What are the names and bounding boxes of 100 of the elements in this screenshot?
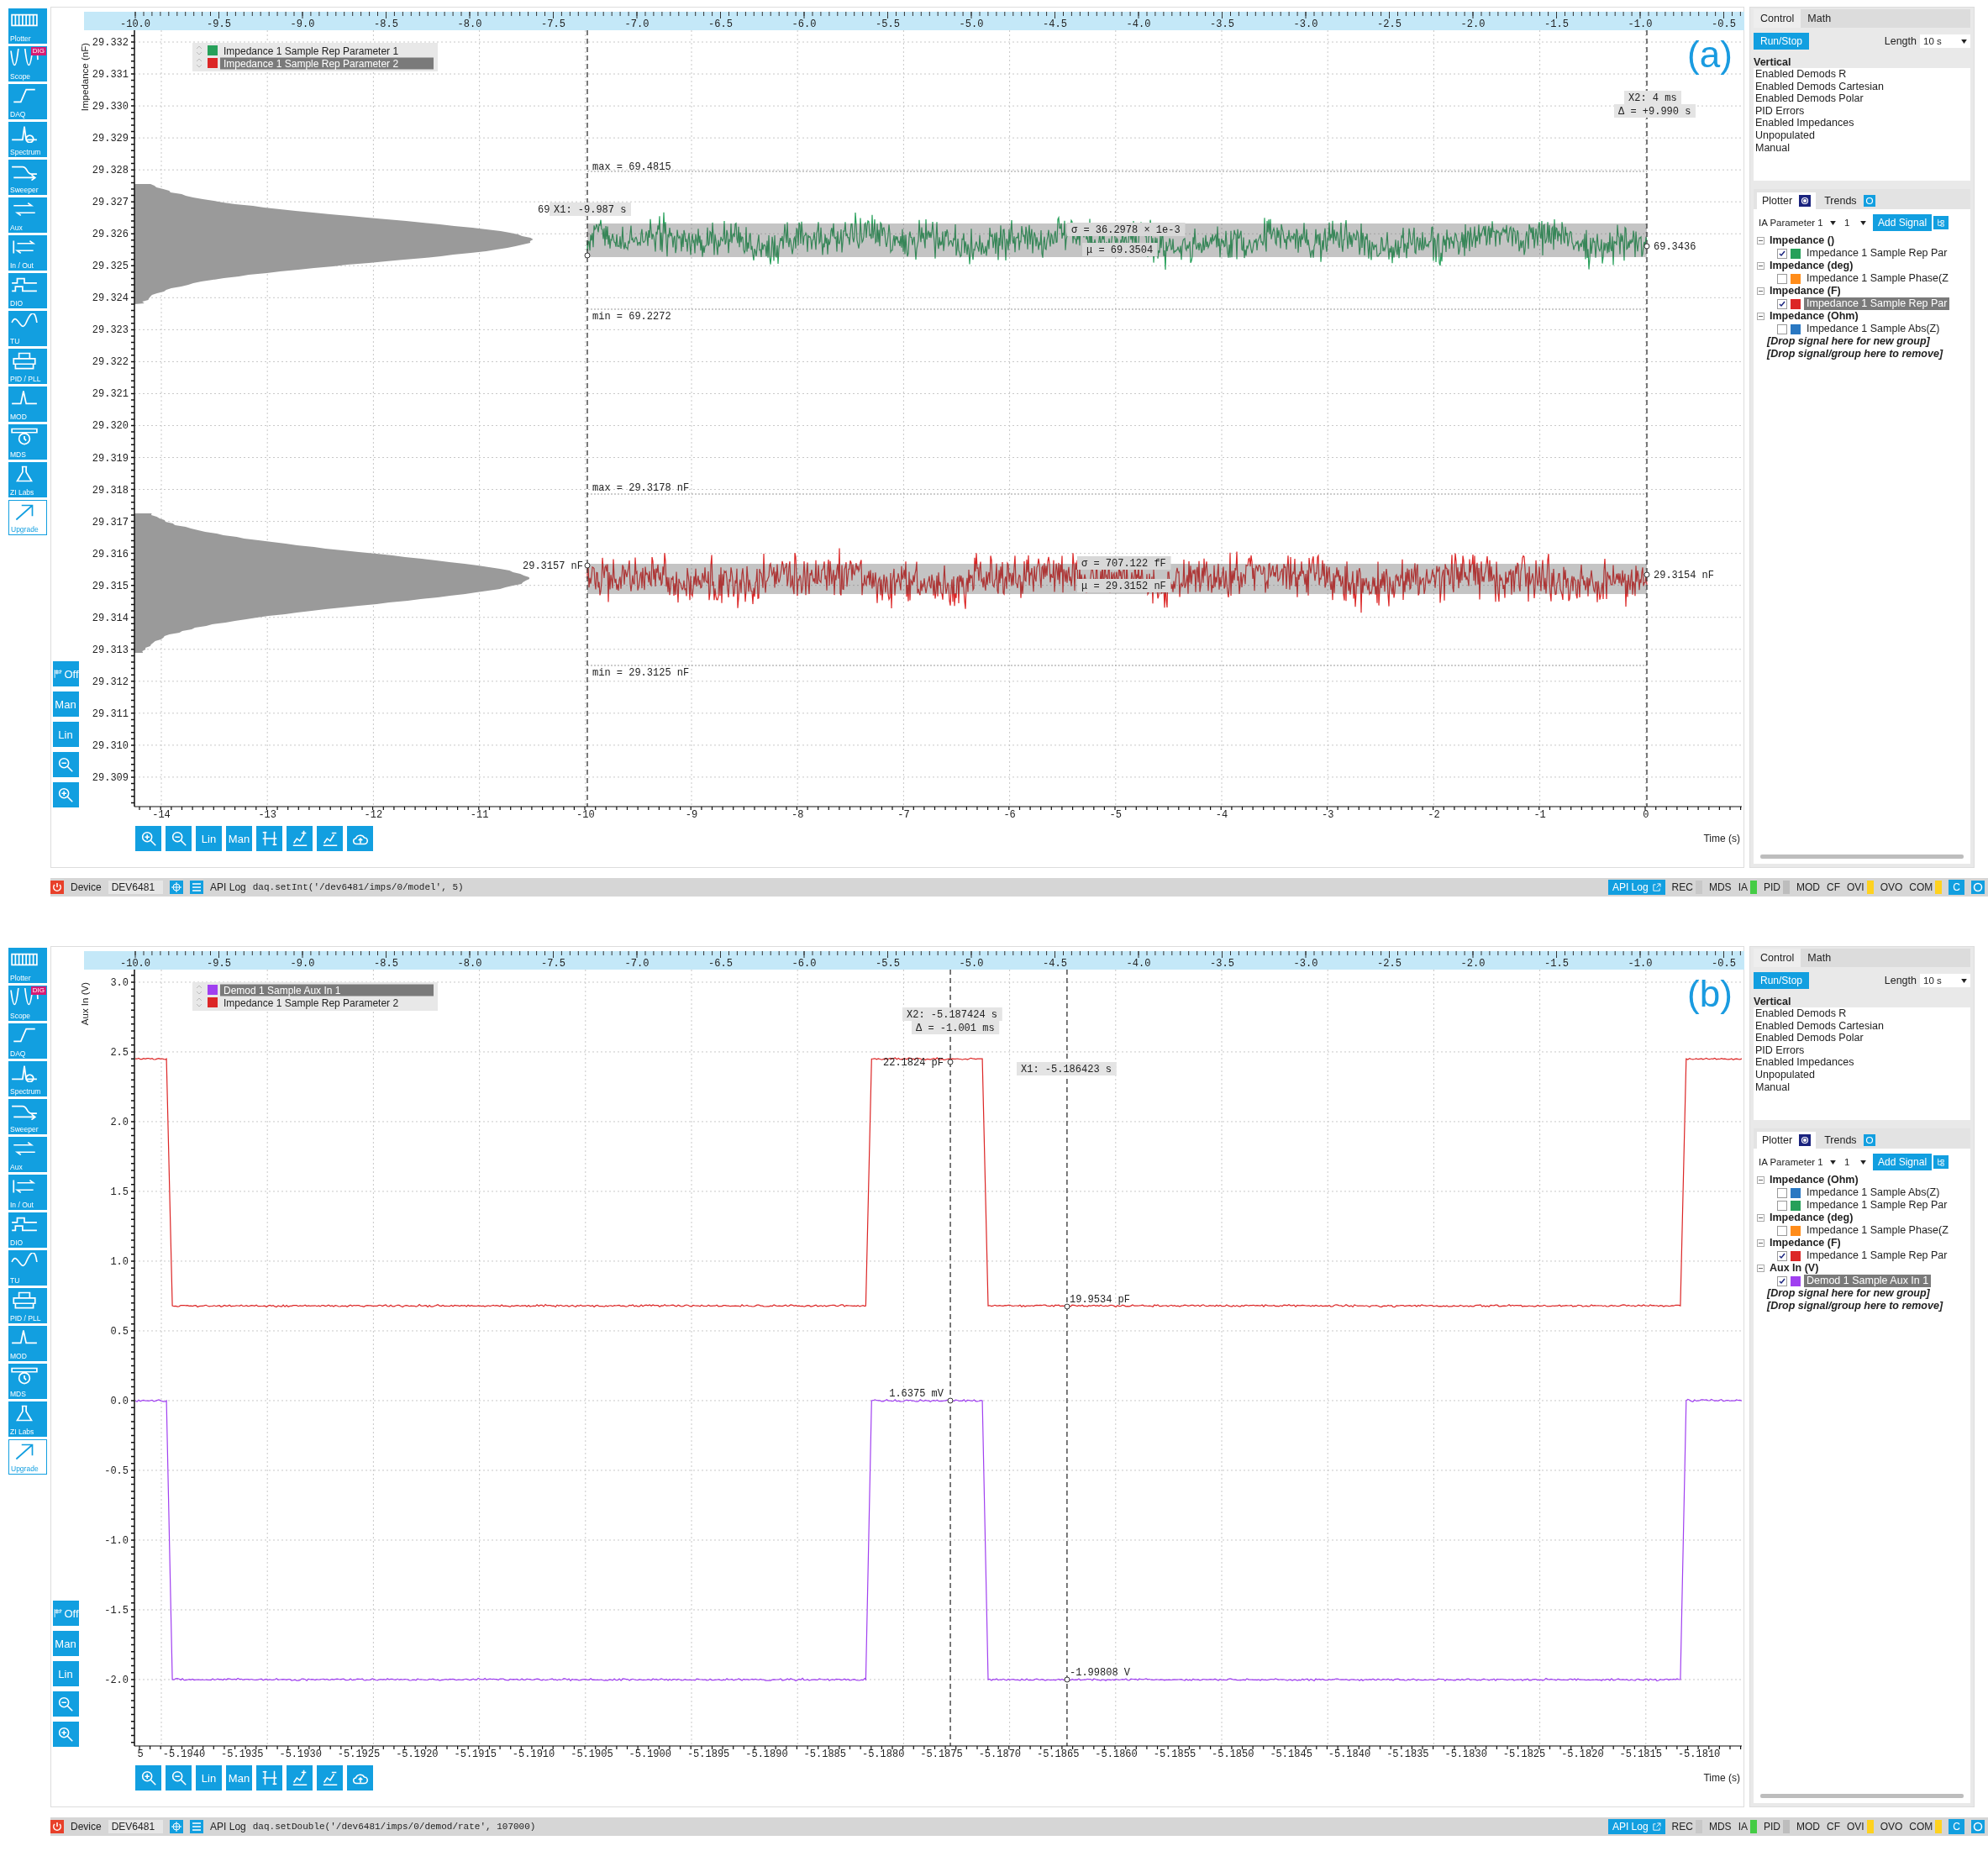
signal-item[interactable]: Impedance 1 Sample Phase(Z	[1804, 1224, 1951, 1237]
upload-button[interactable]	[347, 826, 373, 851]
add-signal-button[interactable]: Add Signal	[1873, 214, 1933, 231]
collapse-icon[interactable]	[1757, 313, 1764, 320]
list-item[interactable]: PID Errors	[1755, 1044, 1969, 1057]
zoom-out-button[interactable]	[166, 1765, 192, 1791]
grid-button[interactable]: Off	[52, 1601, 79, 1626]
zoom-out-button[interactable]	[52, 1691, 79, 1717]
panel-tab[interactable]: Plotter	[1757, 192, 1817, 209]
list-item[interactable]: Manual	[1755, 141, 1969, 155]
group-label[interactable]: Impedance (Ohm)	[1770, 1174, 1859, 1186]
tree-button[interactable]	[1933, 1155, 1949, 1169]
list-item[interactable]: Enabled Demods Polar	[1755, 92, 1969, 105]
zoom-out-button[interactable]	[166, 826, 192, 851]
module-tab[interactable]: DAQ	[8, 84, 47, 119]
module-tab[interactable]: TU	[8, 1250, 47, 1286]
module-tab[interactable]: PID / PLL	[8, 1288, 47, 1323]
reorder-icon[interactable]	[196, 985, 202, 995]
checkbox[interactable]	[1777, 1187, 1787, 1198]
mode-button[interactable]: Lin	[196, 1765, 222, 1791]
module-tab[interactable]: Upgrade	[8, 500, 47, 535]
mode-button[interactable]: Lin	[52, 1661, 79, 1686]
list-item[interactable]: Enabled Demods Cartesian	[1755, 80, 1969, 93]
legend-item[interactable]: Impedance 1 Sample Rep Parameter 2	[224, 997, 399, 1009]
module-tab[interactable]: Aux	[8, 197, 47, 233]
zoom-in-button[interactable]	[135, 826, 161, 851]
module-tab[interactable]: Plotter	[8, 8, 47, 44]
scrollbar[interactable]	[1760, 855, 1964, 859]
module-tab[interactable]: PID / PLL	[8, 349, 47, 384]
list-item[interactable]: PID Errors	[1755, 104, 1969, 118]
signal-item[interactable]: Impedance 1 Sample Rep Par	[1804, 297, 1950, 310]
checkbox[interactable]	[1777, 1225, 1787, 1236]
group-label[interactable]: Impedance (Ohm)	[1770, 310, 1859, 323]
zoom-in-button[interactable]	[135, 1765, 161, 1791]
group-label[interactable]: Impedance (F)	[1770, 1237, 1841, 1249]
mode-button[interactable]: Lin	[196, 826, 222, 851]
group-label[interactable]: Impedance (F)	[1770, 285, 1841, 297]
scrollbar[interactable]	[1760, 1794, 1964, 1798]
collapse-icon[interactable]	[1757, 262, 1764, 270]
module-tab[interactable]: MDS	[8, 1364, 47, 1399]
list-item[interactable]: Enabled Demods R	[1755, 68, 1969, 81]
list-item[interactable]: Enabled Impedances	[1755, 117, 1969, 129]
connection-button[interactable]: C	[1949, 1819, 1964, 1834]
signal-item[interactable]: Impedance 1 Sample Abs(Z)	[1804, 1186, 1943, 1199]
signal-item[interactable]: Impedance 1 Sample Rep Par	[1804, 1199, 1950, 1212]
signal-item[interactable]: Demod 1 Sample Aux In 1	[1804, 1275, 1932, 1287]
collapse-icon[interactable]	[1757, 237, 1764, 245]
list-icon[interactable]	[190, 1820, 204, 1833]
module-tab[interactable]: In / Out	[8, 235, 47, 271]
add-signal-button[interactable]: Add Signal	[1873, 1154, 1933, 1170]
cursor-line[interactable]	[1646, 29, 1648, 807]
api-log-button[interactable]: API Log	[1607, 1819, 1665, 1834]
list-icon[interactable]	[190, 881, 204, 894]
time-ruler[interactable]	[84, 951, 1744, 970]
length-select[interactable]: 10 s	[1920, 974, 1970, 987]
device-field[interactable]: DEV6481	[108, 1820, 164, 1833]
list-item[interactable]: Unpopulated	[1755, 1068, 1969, 1081]
reorder-icon[interactable]	[196, 45, 202, 55]
zoom-in-button[interactable]	[52, 1722, 79, 1747]
module-tab[interactable]: Spectrum	[8, 122, 47, 157]
grid-button[interactable]: Off	[52, 661, 79, 686]
cursor-button[interactable]	[256, 1765, 282, 1791]
collapse-icon[interactable]	[1757, 1214, 1764, 1222]
checkbox[interactable]	[1777, 273, 1787, 284]
module-tab[interactable]: Plotter	[8, 948, 47, 983]
signal-item[interactable]: Impedance 1 Sample Rep Par	[1804, 247, 1950, 260]
group-label[interactable]: Impedance (deg)	[1770, 260, 1854, 272]
length-select[interactable]: 10 s	[1920, 34, 1970, 48]
zoom-in-button[interactable]	[52, 782, 79, 807]
group-label[interactable]: Impedance ()	[1770, 234, 1835, 247]
module-tab[interactable]: DAQ	[8, 1023, 47, 1059]
signal-item[interactable]: Impedance 1 Sample Abs(Z)	[1804, 323, 1943, 335]
module-tab[interactable]: Upgrade	[8, 1439, 47, 1475]
checkbox[interactable]	[1777, 1200, 1787, 1211]
collapse-icon[interactable]	[1757, 1239, 1764, 1247]
module-tab[interactable]: Spectrum	[8, 1061, 47, 1096]
module-tab[interactable]: MOD	[8, 387, 47, 422]
circle-icon[interactable]	[1971, 881, 1985, 894]
panel-tab[interactable]: Control	[1754, 9, 1801, 28]
cursor-line[interactable]	[949, 969, 951, 1747]
module-tab[interactable]: DIO	[8, 273, 47, 308]
mode-button[interactable]: Man	[226, 826, 252, 851]
list-item[interactable]: Enabled Demods Polar	[1755, 1032, 1969, 1044]
group-label[interactable]: Aux In (V)	[1770, 1262, 1819, 1275]
signal-item[interactable]: Impedance 1 Sample Rep Par	[1804, 1249, 1950, 1262]
module-tab[interactable]: Aux	[8, 1137, 47, 1172]
module-tab[interactable]: MDS	[8, 424, 47, 460]
signal-item[interactable]: Impedance 1 Sample Phase(Z	[1804, 272, 1951, 285]
cursor-line[interactable]	[1066, 969, 1068, 1747]
mode-button[interactable]: Man	[52, 1631, 79, 1656]
reorder-icon[interactable]	[196, 58, 202, 68]
connection-button[interactable]: C	[1949, 880, 1964, 895]
list-item[interactable]: Unpopulated	[1755, 129, 1969, 142]
reorder-icon[interactable]	[196, 997, 202, 1007]
module-tab[interactable]: MOD	[8, 1326, 47, 1361]
module-tab[interactable]: ZI Labs	[8, 1401, 47, 1437]
list-item[interactable]: Enabled Impedances	[1755, 1056, 1969, 1069]
device-field[interactable]: DEV6481	[108, 881, 164, 894]
mode-button[interactable]: Man	[226, 1765, 252, 1791]
remove-chart-button[interactable]	[317, 826, 343, 851]
